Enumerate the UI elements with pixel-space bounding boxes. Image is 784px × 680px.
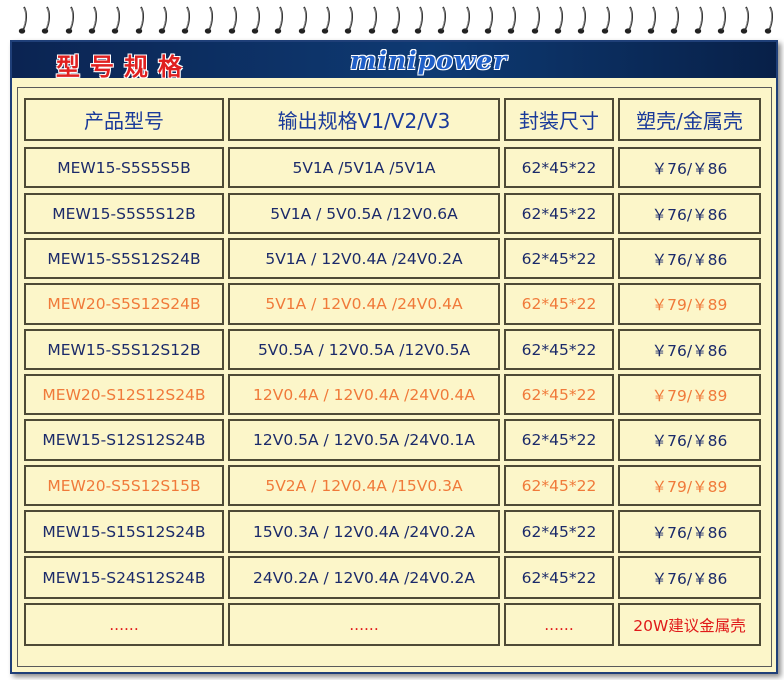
spec-table: 产品型号 输出规格V1/V2/V3 封装尺寸 塑壳/金属壳 MEW15-S5S5S5B 5…	[17, 87, 772, 667]
price-cell: ￥76/￥86	[618, 329, 761, 370]
price-cell: ￥79/￥89	[618, 465, 761, 506]
binding-ring-icon	[601, 4, 611, 34]
model-cell: MEW15-S5S12S24B	[24, 238, 224, 279]
binding-ring-icon	[135, 4, 145, 34]
binding-ring-icon	[484, 4, 494, 34]
binding-ring-icon	[18, 4, 28, 34]
size-cell: 62*45*22	[504, 374, 614, 415]
price-cell: ￥79/￥89	[618, 374, 761, 415]
model-cell: MEW15-S12S12S24B	[24, 419, 224, 461]
column-header: 产品型号	[24, 98, 224, 141]
output-spec-cell: 5V1A / 5V0.5A /12V0.6A	[228, 193, 500, 234]
model-cell: MEW15-S24S12S24B	[24, 556, 224, 599]
binding-ring-icon	[321, 4, 331, 34]
model-cell: MEW15-S5S12S12B	[24, 329, 224, 370]
size-cell: 62*45*22	[504, 147, 614, 188]
brand-logo-text: minipower	[350, 46, 508, 75]
size-cell: 62*45*22	[504, 329, 614, 370]
price-cell: ￥76/￥86	[618, 193, 761, 234]
binding-ring-icon	[88, 4, 98, 34]
binding-ring-icon	[158, 4, 168, 34]
binding-ring-icon	[647, 4, 657, 34]
footer-ellipsis-cell: ......	[24, 603, 224, 646]
size-cell: 62*45*22	[504, 193, 614, 234]
output-spec-cell: 5V1A / 12V0.4A /24V0.4A	[228, 283, 500, 325]
binding-ring-icon	[461, 4, 471, 34]
output-spec-cell: 12V0.5A / 12V0.5A /24V0.1A	[228, 419, 500, 461]
column-header: 封装尺寸	[504, 98, 614, 141]
price-cell: ￥79/￥89	[618, 283, 761, 325]
banner-title: 型号规格	[56, 52, 192, 81]
binding-ring-icon	[694, 4, 704, 34]
model-cell: MEW20-S12S12S24B	[24, 374, 224, 415]
footer-ellipsis-cell: ......	[228, 603, 500, 646]
binding-ring-icon	[111, 4, 121, 34]
price-cell: ￥76/￥86	[618, 238, 761, 279]
binding-ring-icon	[531, 4, 541, 34]
output-spec-cell: 5V0.5A / 12V0.5A /12V0.5A	[228, 329, 500, 370]
binding-ring-icon	[577, 4, 587, 34]
price-cell: ￥76/￥86	[618, 510, 761, 553]
binding-ring-icon	[507, 4, 517, 34]
size-cell: 62*45*22	[504, 510, 614, 553]
price-cell: ￥76/￥86	[618, 419, 761, 461]
model-cell: MEW20-S5S12S24B	[24, 283, 224, 325]
model-cell: MEW15-S5S5S12B	[24, 193, 224, 234]
price-cell: ￥76/￥86	[618, 556, 761, 599]
model-cell: MEW20-S5S12S15B	[24, 465, 224, 506]
binding-ring-icon	[298, 4, 308, 34]
column-header: 输出规格V1/V2/V3	[228, 98, 500, 141]
binding-ring-icon	[670, 4, 680, 34]
model-cell: MEW15-S5S5S5B	[24, 147, 224, 188]
size-cell: 62*45*22	[504, 556, 614, 599]
binding-ring-icon	[181, 4, 191, 34]
binding-ring-icon	[391, 4, 401, 34]
binding-ring-icon	[251, 4, 261, 34]
binding-ring-icon	[624, 4, 634, 34]
output-spec-cell: 24V0.2A / 12V0.4A /24V0.2A	[228, 556, 500, 599]
column-header: 塑壳/金属壳	[618, 98, 761, 141]
binding-ring-icon	[764, 4, 774, 34]
output-spec-cell: 5V1A /5V1A /5V1A	[228, 147, 500, 188]
binding-ring-icon	[740, 4, 750, 34]
output-spec-cell: 5V2A / 12V0.4A /15V0.3A	[228, 465, 500, 506]
size-cell: 62*45*22	[504, 238, 614, 279]
size-cell: 62*45*22	[504, 283, 614, 325]
binding-ring-icon	[344, 4, 354, 34]
footer-note-cell: 20W建议金属壳	[618, 603, 761, 646]
model-cell: MEW15-S15S12S24B	[24, 510, 224, 553]
size-cell: 62*45*22	[504, 419, 614, 461]
binding-ring-icon	[228, 4, 238, 34]
footer-ellipsis-cell: ......	[504, 603, 614, 646]
binding-ring-icon	[204, 4, 214, 34]
price-cell: ￥76/￥86	[618, 147, 761, 188]
notebook-binding	[0, 0, 784, 42]
output-spec-cell: 12V0.4A / 12V0.4A /24V0.4A	[228, 374, 500, 415]
binding-ring-icon	[717, 4, 727, 34]
size-cell: 62*45*22	[504, 465, 614, 506]
binding-ring-icon	[274, 4, 284, 34]
binding-ring-icon	[414, 4, 424, 34]
binding-ring-icon	[554, 4, 564, 34]
output-spec-cell: 15V0.3A / 12V0.4A /24V0.2A	[228, 510, 500, 553]
spec-panel: 型号规格 minipower 产品型号 输出规格V1/V2/V3 封装尺寸 塑壳/金属…	[10, 40, 778, 674]
binding-ring-icon	[41, 4, 51, 34]
banner: 型号规格 minipower	[12, 42, 776, 81]
binding-ring-icon	[65, 4, 75, 34]
binding-ring-icon	[437, 4, 447, 34]
binding-ring-icon	[368, 4, 378, 34]
output-spec-cell: 5V1A / 12V0.4A /24V0.2A	[228, 238, 500, 279]
